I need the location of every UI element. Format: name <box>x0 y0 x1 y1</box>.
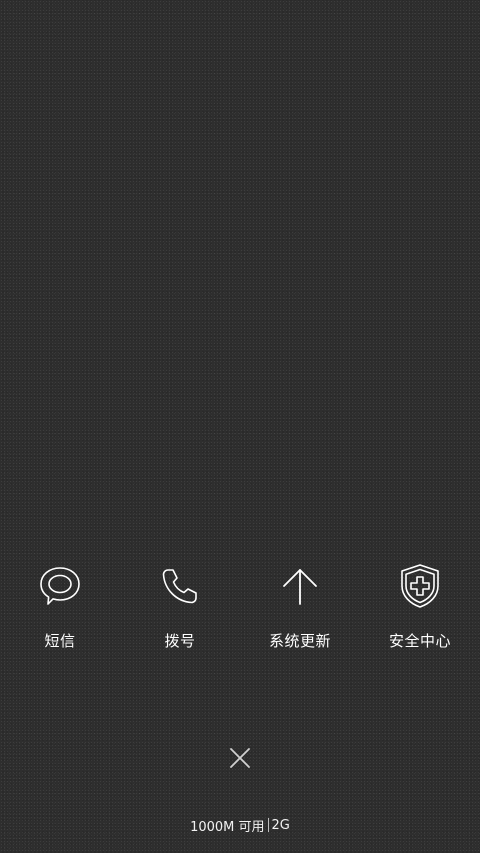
shortcut-messages[interactable]: 短信 <box>0 560 120 660</box>
shortcut-label: 短信 <box>44 632 76 650</box>
shortcut-security-center[interactable]: 安全中心 <box>360 560 480 660</box>
quick-actions: 短信 拨号 系统更新 安全中心 <box>0 560 480 660</box>
shortcut-label: 安全中心 <box>388 632 451 650</box>
message-bubble-icon <box>34 560 86 612</box>
status-divider <box>267 818 269 832</box>
close-icon <box>229 747 251 769</box>
shield-plus-icon <box>394 560 446 612</box>
close-button[interactable] <box>224 742 256 774</box>
shortcut-system-update[interactable]: 系统更新 <box>240 560 360 660</box>
total-memory: 2G <box>271 817 290 833</box>
phone-icon <box>154 560 206 612</box>
available-memory: 1000M 可用 <box>190 819 265 835</box>
shortcut-dialer[interactable]: 拨号 <box>120 560 240 660</box>
arrow-up-icon <box>274 560 326 612</box>
shortcut-label: 拨号 <box>164 632 196 650</box>
shortcut-label: 系统更新 <box>268 632 331 650</box>
memory-status: 1000M 可用 2G <box>0 815 480 835</box>
